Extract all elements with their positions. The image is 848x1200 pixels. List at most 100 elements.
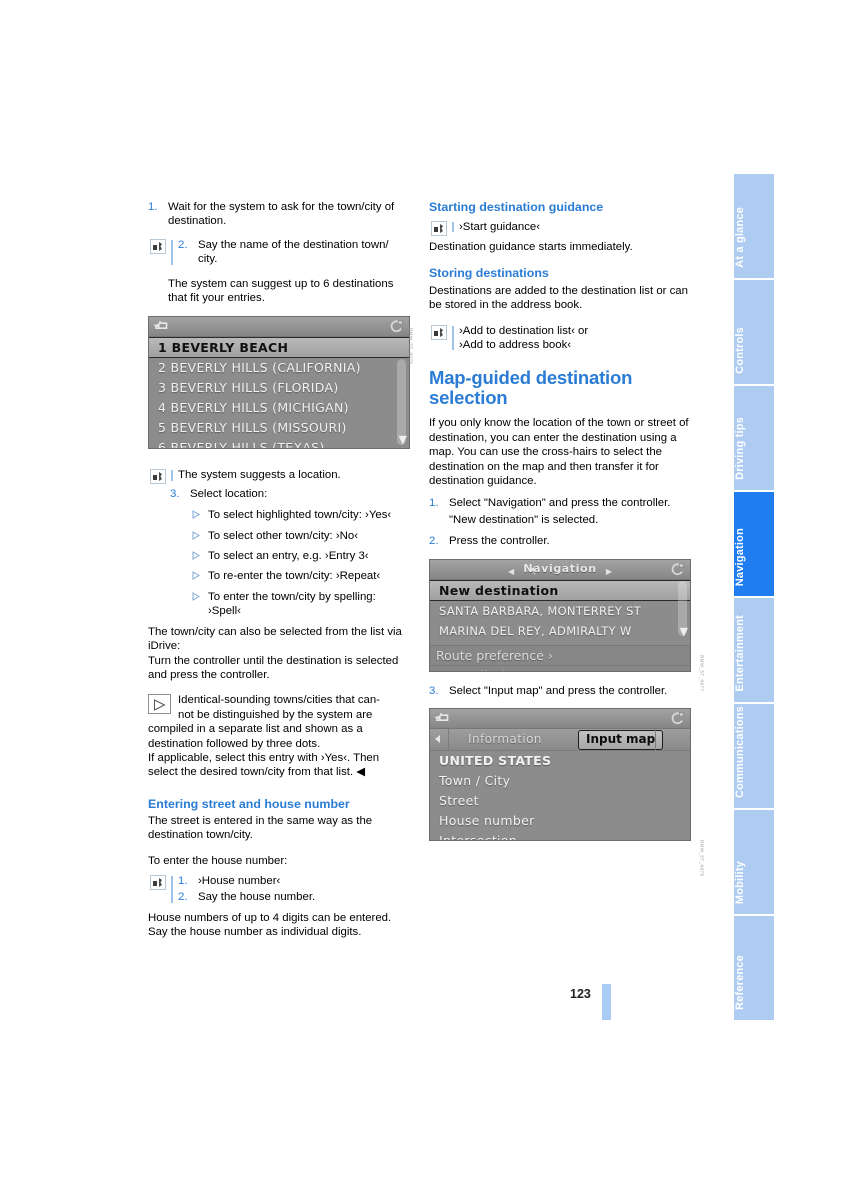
rotate-icon <box>670 711 685 729</box>
storing-paragraph: Destinations are added to the destinatio… <box>429 284 688 312</box>
triangle-bullet-icon <box>192 549 208 563</box>
tab-at-a-glance[interactable]: At a glance <box>734 174 774 278</box>
next-arrow-icon[interactable]: ▶ <box>606 565 612 579</box>
tab-label: At a glance <box>734 207 746 268</box>
scroll-down-arrow-icon[interactable]: ▼ <box>399 433 407 447</box>
voice-command-text-1: ›Add to destination list‹ or <box>459 324 589 337</box>
option-text: To re-enter the town/city: ›Repeat‹ <box>208 570 381 583</box>
list-row[interactable]: MARINA DEL REY, ADMIRALTY W <box>430 621 690 641</box>
list-row[interactable]: 5 BEVERLY HILLS (MISSOURI) <box>149 418 409 438</box>
voice-command-icon <box>150 238 166 254</box>
list-item: To select an entry, e.g. ›Entry 3‹ <box>192 549 410 563</box>
list-row[interactable]: 4 BEVERLY HILLS (MICHIGAN) <box>149 398 409 418</box>
list-row-selected[interactable]: 1 BEVERLY BEACH <box>149 337 409 358</box>
tab-input-map-selected[interactable]: Input map <box>578 730 664 750</box>
map-step-1: 1. Select "Navigation" and press the con… <box>429 496 691 510</box>
page-number-bar <box>602 984 611 1020</box>
triangle-bullet-icon <box>192 590 208 619</box>
option-text: To select highlighted town/city: ›Yes‹ <box>208 509 392 522</box>
list-row[interactable]: 3 BEVERLY HILLS (FLORIDA) <box>149 378 409 398</box>
tab-information[interactable]: Information <box>468 732 542 746</box>
house-intro: To enter the house number: <box>148 854 288 867</box>
list-row[interactable]: 2 BEVERLY HILLS (CALIFORNIA) <box>149 358 409 378</box>
chapter-tab-rail: At a glance Controls Driving tips Naviga… <box>734 174 774 1022</box>
step-text: Say the name of the destination town/ ci… <box>198 238 389 266</box>
triangle-bullet-icon <box>192 569 208 583</box>
heading-entering-street: Entering street and house number <box>148 796 350 811</box>
screen-list: New destination SANTA BARBARA, MONTERREY… <box>430 579 690 671</box>
manual-page: 1. Wait for the system to ask for the to… <box>0 0 848 1200</box>
tab-driving-tips[interactable]: Driving tips <box>734 386 774 490</box>
step-text: Wait for the system to ask for the town/… <box>168 201 395 228</box>
house-outro-2: Say the house number as individual digit… <box>148 926 362 939</box>
tab-label: Reference <box>734 955 746 1010</box>
screen-title: Navigation <box>523 561 597 575</box>
step-text: Press the controller. <box>449 535 550 548</box>
voice-rule <box>171 239 173 265</box>
step-number: 2. <box>178 891 188 904</box>
menu-row-route-preference[interactable]: Route preference › <box>430 644 690 665</box>
list-item: To select other town/city: ›No‹ <box>192 529 410 543</box>
step-number: 2. <box>178 238 188 251</box>
map-step-2: 2. Press the controller. <box>429 534 691 548</box>
note-line-1: Identical-sounding towns/cities that can… <box>178 694 380 707</box>
voice-command-group-2: The system suggests a location. <box>148 468 410 485</box>
rotate-icon <box>670 562 685 580</box>
tab-label: Driving tips <box>734 417 746 480</box>
scroll-down-arrow-icon[interactable]: ▼ <box>680 625 688 639</box>
screen-list: 1 BEVERLY BEACH 2 BEVERLY HILLS (CALIFOR… <box>149 337 409 448</box>
list-row-selected[interactable]: New destination <box>430 579 690 601</box>
idrive-screen-input-map: Information Input map UNITED STATES Town… <box>429 708 691 842</box>
voice-command-text: ›Start guidance‹ <box>459 221 541 233</box>
step-2: 2. Say the name of the destination town/… <box>178 238 410 267</box>
note-rest: compiled in a separate list and shown as… <box>148 723 363 750</box>
right-column: Starting destination guidance ›Start gui… <box>429 200 704 876</box>
voice-command-group-store: ›Add to destination list‹ or ›Add to add… <box>429 324 691 353</box>
note-triangle-icon <box>148 694 171 715</box>
voice-rule <box>171 875 173 903</box>
heading-map-guided: Map-guided destination selection <box>429 368 691 408</box>
screen-list: UNITED STATES Town / City Street House n… <box>430 751 690 840</box>
voice-rule <box>452 222 454 233</box>
voice-command-group-start: ›Start guidance‹ <box>429 220 691 236</box>
voice-options-list: To select highlighted town/city: ›Yes‹ T… <box>192 508 410 618</box>
left-column: 1. Wait for the system to ask for the to… <box>148 200 413 940</box>
map-paragraph: If you only know the location of the tow… <box>429 417 689 488</box>
tab-communications[interactable]: Communications <box>734 704 774 808</box>
step-3: 3. Select location: <box>170 487 410 501</box>
idrive-paragraph: The town/city can also be selected from … <box>148 625 402 653</box>
tab-entertainment[interactable]: Entertainment <box>734 598 774 702</box>
triangle-bullet-icon <box>192 508 208 522</box>
list-row[interactable]: 6 BEVERLY HILLS (TEXAS) <box>149 438 409 448</box>
tab-controls[interactable]: Controls <box>734 280 774 384</box>
tab-label: Controls <box>734 327 746 374</box>
step-number: 3. <box>429 684 439 697</box>
step-text: Say the house number. <box>198 891 316 904</box>
step-text: Select "Navigation" and press the contro… <box>449 497 671 510</box>
idrive-screen-navigation-menu: ◀ Navigation ▶ New destination SANTA BAR… <box>429 558 691 672</box>
list-row-house-number[interactable]: House number <box>430 811 690 831</box>
voice-rule <box>452 325 454 351</box>
tab-reference[interactable]: Reference <box>734 916 774 1020</box>
list-row-country[interactable]: UNITED STATES <box>430 751 690 771</box>
step-number: 1. <box>429 497 439 510</box>
voice-command-group-1: 2. Say the name of the destination town/… <box>148 238 410 267</box>
house-step-1: 1. ›House number‹ <box>178 874 410 888</box>
prev-arrow-icon[interactable] <box>435 735 440 744</box>
tab-navigation[interactable]: Navigation <box>734 492 774 596</box>
list-row-intersection[interactable]: Intersection <box>430 831 690 840</box>
note-block: Identical-sounding towns/cities that can… <box>148 693 410 779</box>
list-row[interactable]: SANTA BARBARA, MONTERREY ST <box>430 601 690 621</box>
list-row-town-city[interactable]: Town / City <box>430 771 690 791</box>
list-item: To re-enter the town/city: ›Repeat‹ <box>192 569 410 583</box>
note-rest-2: If applicable, select this entry with ›Y… <box>148 751 380 779</box>
list-row-street[interactable]: Street <box>430 791 690 811</box>
street-paragraph: The street is entered in the same way as… <box>148 814 373 842</box>
option-text: To enter the town/city by spelling: ›Spe… <box>208 590 376 618</box>
tab-label: Mobility <box>734 860 746 904</box>
heading-line-2: selection <box>429 387 508 409</box>
menu-row-arrow-display[interactable]: Arrow display › <box>430 664 690 671</box>
tab-label: Entertainment <box>734 615 746 692</box>
figure-serial-code: BMW_5T_0077 <box>699 655 705 692</box>
tab-mobility[interactable]: Mobility <box>734 810 774 914</box>
